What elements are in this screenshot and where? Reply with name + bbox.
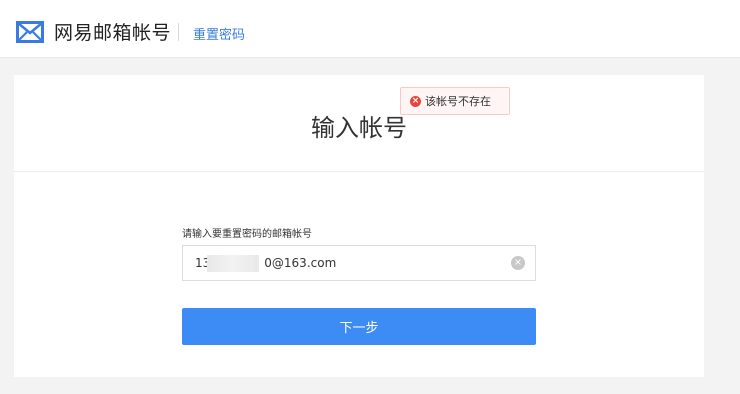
card-divider xyxy=(14,171,704,172)
page-title: 输入帐号 xyxy=(311,114,407,142)
redacted-block xyxy=(207,255,259,272)
header-divider xyxy=(178,23,179,41)
next-step-button[interactable]: 下一步 xyxy=(182,308,536,345)
account-value-suffix: 0@163.com xyxy=(264,256,337,270)
top-header: 网易邮箱帐号 重置密码 xyxy=(0,0,740,58)
error-tooltip: × 该帐号不存在 xyxy=(400,87,510,115)
error-circle-icon: × xyxy=(410,95,421,107)
error-tooltip-text: 该帐号不存在 xyxy=(425,95,491,108)
account-field-label: 请输入要重置密码的邮箱帐号 xyxy=(182,229,312,240)
clear-circle-icon[interactable]: × xyxy=(511,256,525,270)
app-title: 网易邮箱帐号 xyxy=(54,22,172,44)
reset-password-link[interactable]: 重置密码 xyxy=(193,24,245,43)
account-input[interactable]: 13 0@163.com × xyxy=(182,245,536,281)
reset-card: 输入帐号 × 该帐号不存在 请输入要重置密码的邮箱帐号 13 0@163.com … xyxy=(14,75,704,377)
mail-envelope-icon xyxy=(16,21,44,43)
